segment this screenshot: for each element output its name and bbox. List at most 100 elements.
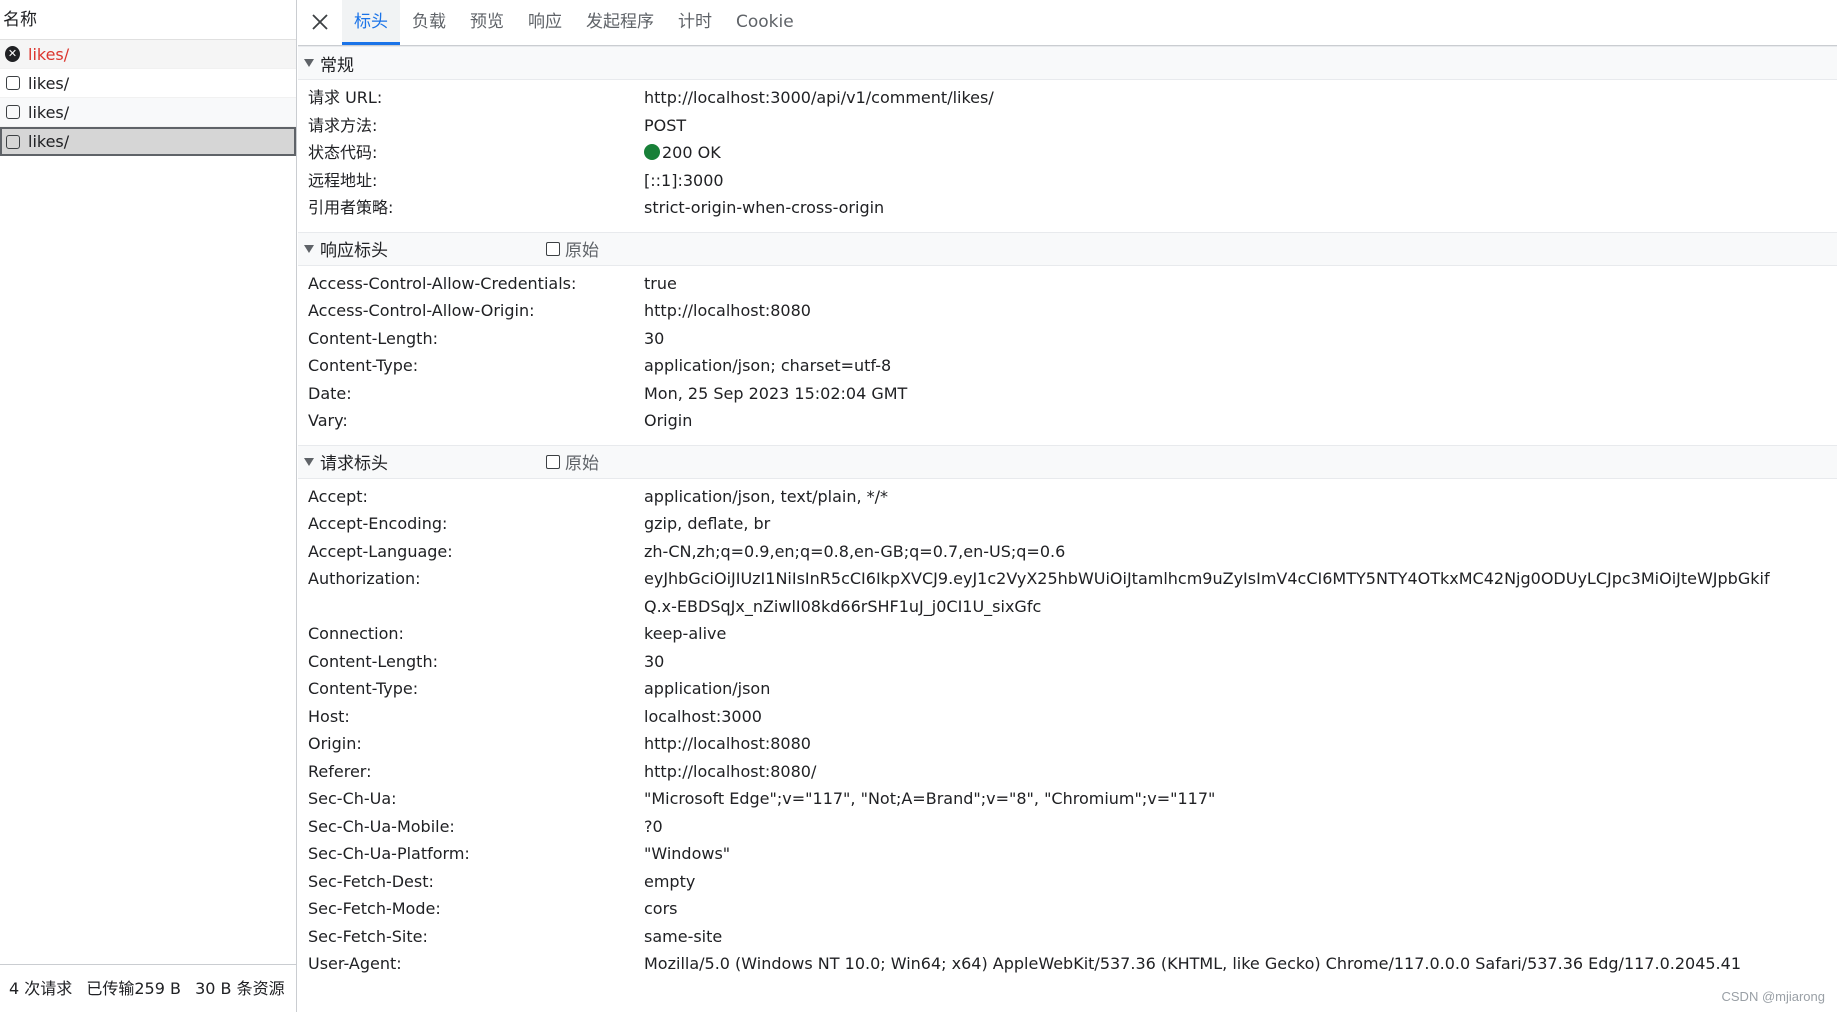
tab-timing[interactable]: 计时: [666, 0, 724, 45]
header-name: Content-Type:: [308, 356, 419, 375]
request-row-2[interactable]: likes/: [0, 69, 296, 98]
tab-headers[interactable]: 标头: [342, 0, 400, 45]
kv-row: 请求 URL: http://localhost:3000/api/v1/com…: [298, 84, 1837, 112]
kv-row: Origin: http://localhost:8080: [298, 730, 1837, 758]
section-title: 请求标头: [320, 454, 388, 474]
header-value: keep-alive: [644, 624, 727, 643]
header-value: POST: [644, 115, 687, 135]
header-value: gzip, deflate, br: [644, 514, 771, 533]
header-name: Access-Control-Allow-Origin:: [308, 301, 535, 320]
header-value: [::1]:3000: [644, 170, 724, 190]
network-summary-bar: 4 次请求 已传输259 B 30 B 条资源: [0, 964, 296, 1012]
general-section-header[interactable]: 常规: [298, 46, 1837, 80]
request-row-4-selected[interactable]: likes/: [0, 127, 296, 156]
close-details-button[interactable]: [298, 0, 342, 45]
header-value: "Microsoft Edge";v="117", "Not;A=Brand";…: [644, 789, 1216, 808]
header-name: Content-Length:: [308, 651, 438, 671]
devtools-network-panel: 名称 ✕ likes/ likes/ likes/ likes/ 4 次请求 已…: [0, 0, 1837, 1012]
header-value: same-site: [644, 926, 723, 946]
header-value: true: [644, 273, 677, 293]
header-name: Host:: [308, 706, 350, 726]
response-headers-section-header[interactable]: 响应标头 原始: [298, 231, 1837, 266]
header-name: Access-Control-Allow-Credentials:: [308, 273, 577, 293]
kv-row: 远程地址: [::1]:3000: [298, 167, 1837, 195]
tab-response[interactable]: 响应: [516, 0, 574, 45]
raw-response-headers-toggle[interactable]: 原始: [546, 236, 599, 261]
transferred-size: 已传输259 B: [86, 979, 181, 998]
kv-row: Accept-Encoding: gzip, deflate, br: [298, 510, 1837, 538]
request-name: likes/: [28, 132, 70, 151]
request-list-pane: 名称 ✕ likes/ likes/ likes/ likes/ 4 次请求 已…: [0, 0, 297, 1012]
header-value: application/json, text/plain, */*: [644, 486, 889, 506]
header-name: Sec-Fetch-Site:: [308, 926, 428, 946]
request-headers-section-header[interactable]: 请求标头 原始: [298, 444, 1837, 479]
header-name: 请求方法:: [308, 115, 378, 135]
raw-request-headers-toggle[interactable]: 原始: [546, 449, 599, 474]
header-value: ?0: [644, 816, 663, 836]
header-name: Content-Type:: [308, 679, 419, 698]
kv-row: 引用者策略: strict-origin-when-cross-origin: [298, 194, 1837, 222]
kv-row: Content-Type: application/json; charset=u…: [298, 352, 1837, 380]
request-row-1[interactable]: ✕ likes/: [0, 40, 296, 69]
general-fields: 请求 URL: http://localhost:3000/api/v1/com…: [298, 80, 1837, 232]
raw-label: 原始: [565, 241, 599, 261]
header-name: Connection:: [308, 624, 404, 643]
expand-triangle-icon: [304, 244, 314, 253]
kv-row: Connection: keep-alive: [298, 620, 1837, 648]
raw-label: 原始: [565, 454, 599, 474]
tab-payload[interactable]: 负载: [400, 0, 458, 45]
kv-row: User-Agent: Mozilla/5.0 (Windows NT 10.0;…: [298, 950, 1837, 978]
header-name: 状态代码:: [308, 143, 378, 162]
header-value: application/json; charset=utf-8: [644, 356, 892, 375]
details-tabbar: 标头 负载 预览 响应 发起程序 计时 Cookie: [298, 0, 1837, 46]
raw-checkbox[interactable]: [546, 454, 560, 469]
response-headers-list: Access-Control-Allow-Credentials: true Ac…: [298, 266, 1837, 445]
header-name: Sec-Fetch-Mode:: [308, 899, 441, 918]
kv-row: Content-Length: 30: [298, 325, 1837, 353]
kv-row: Authorization: eyJhbGciOiJIUzI1NiIsInR5cC…: [298, 565, 1837, 620]
kv-row: Sec-Ch-Ua-Platform: "Windows": [298, 840, 1837, 868]
header-value: http://localhost:8080: [644, 301, 811, 320]
watermark-text: CSDN @mjiarong: [1721, 989, 1826, 1004]
header-value: strict-origin-when-cross-origin: [644, 198, 885, 217]
header-value: http://localhost:8080/: [644, 761, 817, 781]
tab-preview[interactable]: 预览: [458, 0, 516, 45]
header-name: Sec-Fetch-Dest:: [308, 871, 434, 891]
header-name: Referer:: [308, 761, 372, 781]
header-value: Mozilla/5.0 (Windows NT 10.0; Win64; x64…: [644, 954, 1741, 973]
kv-row: Date: Mon, 25 Sep 2023 15:02:04 GMT: [298, 380, 1837, 408]
expand-triangle-icon: [304, 59, 314, 67]
document-icon: [5, 76, 20, 91]
request-row-3[interactable]: likes/: [0, 98, 296, 127]
kv-row: Sec-Fetch-Site: same-site: [298, 923, 1837, 951]
name-column-header[interactable]: 名称: [0, 0, 296, 40]
header-name: 远程地址:: [308, 170, 378, 190]
kv-row: Content-Length: 30: [298, 648, 1837, 676]
header-value: empty: [644, 871, 696, 891]
raw-checkbox[interactable]: [546, 241, 560, 256]
request-details-pane: 标头 负载 预览 响应 发起程序 计时 Cookie 常规 请求 URL: ht…: [298, 0, 1837, 1012]
header-value: "Windows": [644, 844, 731, 863]
kv-row: Access-Control-Allow-Origin: http://local…: [298, 297, 1837, 325]
kv-row: Sec-Fetch-Mode: cors: [298, 895, 1837, 923]
header-value: http://localhost:3000/api/v1/comment/lik…: [644, 88, 994, 107]
header-value: http://localhost:8080: [644, 734, 811, 753]
header-value: eyJhbGciOiJIUzI1NiIsInR5cCI6IkpXVCJ9.eyJ…: [644, 569, 1770, 616]
kv-row: 状态代码: 200 OK: [298, 139, 1837, 167]
kv-row: Access-Control-Allow-Credentials: true: [298, 270, 1837, 298]
tab-initiator[interactable]: 发起程序: [574, 0, 666, 45]
header-value: Origin: [644, 411, 693, 430]
kv-row: Accept: application/json, text/plain, */*: [298, 483, 1837, 511]
header-value: application/json: [644, 679, 771, 698]
kv-row: Sec-Fetch-Dest: empty: [298, 868, 1837, 896]
request-name: likes/: [28, 44, 70, 64]
kv-row: Sec-Ch-Ua-Mobile: ?0: [298, 813, 1837, 841]
tab-cookies[interactable]: Cookie: [724, 0, 806, 45]
header-name: Sec-Ch-Ua-Mobile:: [308, 816, 455, 836]
kv-row: Vary: Origin: [298, 407, 1837, 435]
request-name: likes/: [28, 102, 70, 122]
header-name: Accept:: [308, 486, 368, 506]
status-code-text: 200 OK: [662, 143, 721, 162]
header-name: 请求 URL:: [308, 88, 383, 107]
header-value: localhost:3000: [644, 706, 762, 726]
